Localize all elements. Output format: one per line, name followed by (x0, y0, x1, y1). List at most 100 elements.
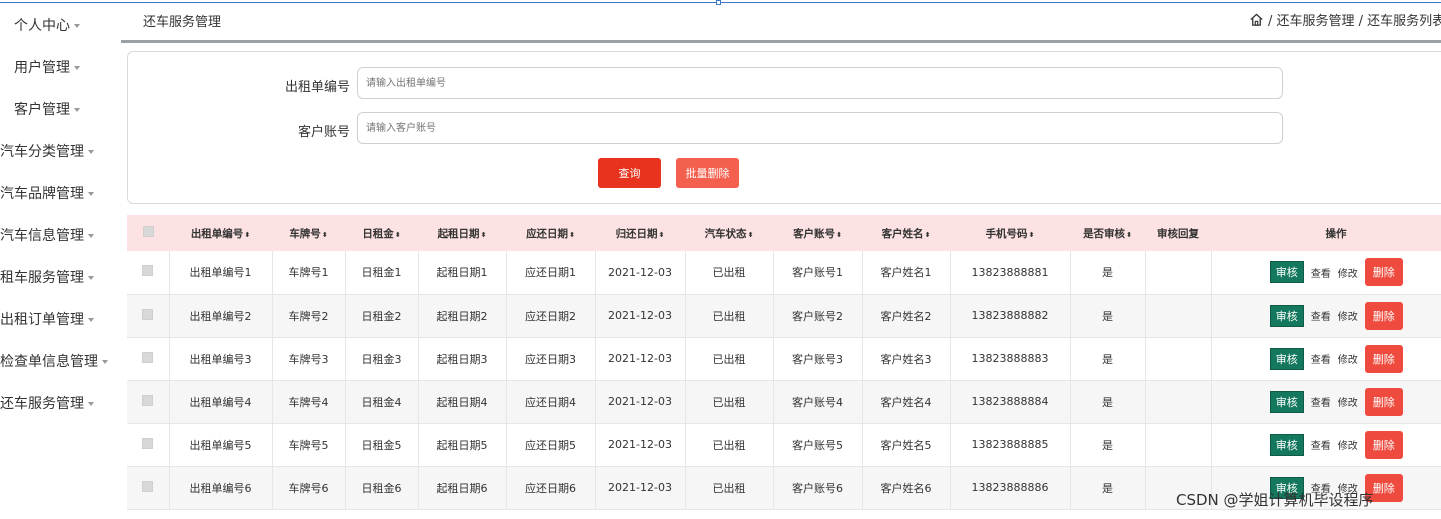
column-header[interactable]: 起租日期⬍ (418, 215, 506, 251)
column-header[interactable]: 手机号码⬍ (950, 215, 1070, 251)
row-checkbox[interactable] (142, 308, 154, 320)
row-checkbox[interactable] (142, 480, 154, 492)
column-header[interactable]: 是否审核⬍ (1070, 215, 1145, 251)
column-header[interactable]: 客户姓名⬍ (862, 215, 950, 251)
delete-button[interactable]: 删除 (1364, 430, 1403, 459)
sort-icon[interactable]: ⬍ (322, 231, 328, 239)
audit-button[interactable]: 审核 (1269, 390, 1304, 413)
breadcrumb-path[interactable]: / 还车服务管理 / 还车服务列表 (1268, 10, 1441, 29)
audit-button[interactable]: 审核 (1269, 261, 1304, 284)
column-header[interactable]: 出租单编号⬍ (169, 215, 272, 251)
sort-icon[interactable]: ⬍ (395, 231, 401, 239)
sort-icon[interactable]: ⬍ (659, 231, 665, 239)
home-icon[interactable] (1249, 12, 1264, 27)
cell-daily-rent: 日租金3 (345, 337, 419, 381)
view-button[interactable]: 查看 (1311, 437, 1331, 452)
row-checkbox-cell[interactable] (127, 466, 170, 510)
sidebar-item-rental-service[interactable]: 租车服务管理 (0, 263, 94, 293)
cell-phone: 13823888881 (950, 251, 1071, 295)
row-checkbox-cell[interactable] (127, 251, 170, 295)
view-button[interactable]: 查看 (1311, 308, 1331, 323)
table-row[interactable]: 出租单编号1 车牌号1 日租金1 起租日期1 应还日期1 2021-12-03 已出租 客户账… (127, 251, 1441, 295)
column-header[interactable]: 应还日期⬍ (506, 215, 595, 251)
cell-due-date: 应还日期6 (506, 466, 596, 510)
table-row[interactable]: 出租单编号4 车牌号4 日租金4 起租日期4 应还日期4 2021-12-03 已出租 客户账… (127, 380, 1441, 424)
audit-button[interactable]: 审核 (1269, 304, 1304, 327)
cell-start-date: 起租日期4 (418, 380, 507, 424)
row-checkbox[interactable] (142, 394, 154, 406)
edit-button[interactable]: 修改 (1338, 351, 1358, 366)
sort-icon[interactable]: ⬍ (481, 231, 487, 239)
edit-button[interactable]: 修改 (1338, 265, 1358, 280)
table-row[interactable]: 出租单编号2 车牌号2 日租金2 起租日期2 应还日期2 2021-12-03 已出租 客户账… (127, 294, 1441, 338)
delete-button[interactable]: 删除 (1364, 258, 1403, 287)
cell-start-date: 起租日期6 (418, 466, 507, 510)
row-checkbox-cell[interactable] (127, 423, 170, 467)
row-checkbox[interactable] (142, 265, 154, 277)
row-checkbox-cell[interactable] (127, 294, 170, 338)
sidebar-item-customer-management[interactable]: 客户管理 (14, 95, 80, 125)
row-checkbox-cell[interactable] (127, 380, 170, 424)
row-checkbox[interactable] (142, 437, 154, 449)
sidebar-item-car-info[interactable]: 汽车信息管理 (0, 221, 94, 251)
view-button[interactable]: 查看 (1311, 265, 1331, 280)
audit-button[interactable]: 审核 (1269, 347, 1304, 370)
edit-button[interactable]: 修改 (1338, 437, 1358, 452)
column-header[interactable]: 日租金⬍ (345, 215, 418, 251)
page-title: 还车服务管理 (143, 15, 222, 30)
delete-button[interactable]: 删除 (1364, 301, 1403, 330)
column-header[interactable]: 客户账号⬍ (773, 215, 862, 251)
select-all-checkbox-cell[interactable] (127, 215, 169, 251)
sort-icon[interactable]: ⬍ (925, 231, 931, 239)
table-row[interactable]: 出租单编号5 车牌号5 日租金5 起租日期5 应还日期5 2021-12-03 已出租 客户账… (127, 423, 1441, 467)
sort-icon[interactable]: ⬍ (836, 231, 842, 239)
delete-button[interactable]: 删除 (1364, 344, 1403, 373)
cell-order-no: 出租单编号2 (169, 294, 273, 338)
return-service-table: 出租单编号⬍ 车牌号⬍ 日租金⬍ 起租日期⬍ 应还日期⬍ 归还日期⬍ 汽车状态⬍… (127, 215, 1441, 510)
delete-button[interactable]: 删除 (1364, 387, 1403, 416)
cell-plate: 车牌号2 (272, 294, 346, 338)
sort-icon[interactable]: ⬍ (1126, 231, 1132, 239)
column-header[interactable]: 汽车状态⬍ (685, 215, 773, 251)
row-checkbox-cell[interactable] (127, 337, 170, 381)
row-checkbox[interactable] (142, 351, 154, 363)
cell-audited: 是 (1070, 294, 1146, 338)
selection-handle (716, 0, 721, 5)
order-no-input[interactable] (357, 67, 1283, 99)
audit-button[interactable]: 审核 (1269, 433, 1304, 456)
sidebar-item-user-management[interactable]: 用户管理 (14, 53, 80, 83)
account-input[interactable] (357, 112, 1283, 144)
sort-icon[interactable]: ⬍ (748, 231, 754, 239)
batch-delete-button[interactable]: 批量删除 (676, 158, 739, 188)
row-actions: 审核 查看 修改 删除 (1211, 423, 1441, 467)
view-button[interactable]: 查看 (1311, 394, 1331, 409)
sidebar-item-return-service[interactable]: 还车服务管理 (0, 389, 94, 419)
table-row[interactable]: 出租单编号3 车牌号3 日租金3 起租日期3 应还日期3 2021-12-03 已出租 客户账… (127, 337, 1441, 381)
column-header[interactable]: 车牌号⬍ (272, 215, 345, 251)
sidebar-item-car-category[interactable]: 汽车分类管理 (0, 137, 94, 167)
sort-icon[interactable]: ⬍ (569, 231, 575, 239)
sidebar-item-rental-orders[interactable]: 出租订单管理 (0, 305, 94, 335)
edit-button[interactable]: 修改 (1338, 308, 1358, 323)
sidebar-item-personal-center[interactable]: 个人中心 (14, 11, 80, 41)
sidebar-item-label: 个人中心 (14, 18, 70, 34)
cell-order-no: 出租单编号3 (169, 337, 273, 381)
caret-down-icon (88, 150, 94, 154)
column-header[interactable]: 归还日期⬍ (595, 215, 685, 251)
sort-icon[interactable]: ⬍ (244, 231, 250, 239)
cell-status: 已出租 (685, 251, 774, 295)
sidebar-item-label: 汽车分类管理 (0, 144, 84, 160)
sidebar-item-car-brand[interactable]: 汽车品牌管理 (0, 179, 94, 209)
cell-return-date: 2021-12-03 (595, 380, 686, 424)
order-no-label: 出租单编号 (284, 80, 350, 95)
view-button[interactable]: 查看 (1311, 351, 1331, 366)
cell-daily-rent: 日租金2 (345, 294, 419, 338)
sort-icon[interactable]: ⬍ (1029, 231, 1035, 239)
query-button[interactable]: 查询 (598, 158, 661, 188)
select-all-checkbox[interactable] (142, 226, 154, 237)
sidebar-item-inspection[interactable]: 检查单信息管理 (0, 347, 108, 377)
caret-down-icon (88, 234, 94, 238)
cell-reply (1145, 337, 1212, 381)
edit-button[interactable]: 修改 (1338, 394, 1358, 409)
caret-down-icon (88, 276, 94, 280)
